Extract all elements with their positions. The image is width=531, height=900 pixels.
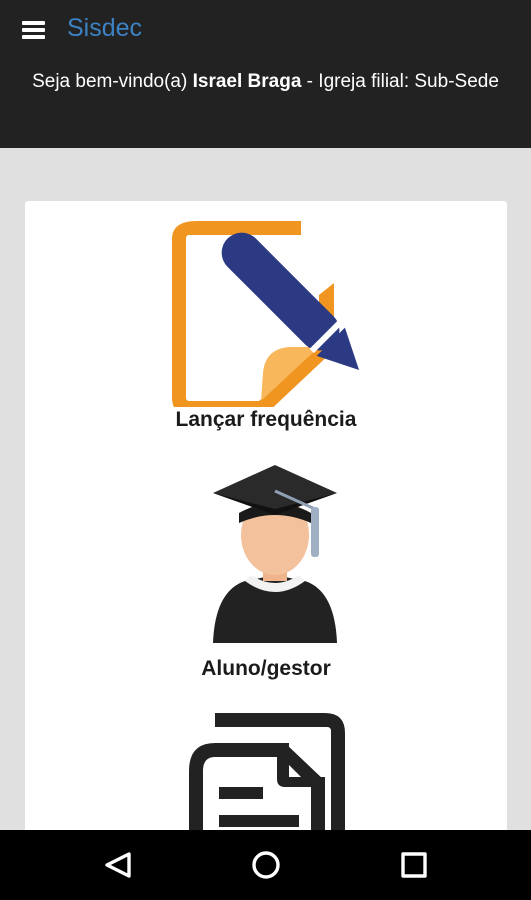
- welcome-prefix: Seja bem-vindo(a): [32, 71, 193, 92]
- menu-item-documentos[interactable]: [25, 711, 507, 841]
- home-circle-icon: [252, 851, 280, 879]
- edit-document-icon: [172, 221, 360, 407]
- hamburger-menu-icon: [22, 21, 45, 25]
- user-name: Israel Braga: [192, 71, 302, 92]
- menu-item-lancar-frequencia[interactable]: Lançar frequência: [25, 215, 507, 435]
- menu-item-aluno-gestor[interactable]: Aluno/gestor: [25, 463, 507, 687]
- hamburger-menu-icon-bar: [22, 28, 45, 32]
- back-button[interactable]: [93, 840, 143, 890]
- hamburger-menu-button[interactable]: [18, 16, 50, 44]
- app-header: Sisdec Seja bem-vindo(a) Israel Braga - …: [0, 0, 531, 148]
- home-button[interactable]: [241, 840, 291, 890]
- welcome-suffix: - Igreja filial: Sub-Sede: [301, 71, 499, 92]
- back-triangle-icon: [105, 852, 131, 878]
- app-title: Sisdec: [67, 14, 143, 42]
- welcome-message: Seja bem-vindo(a) Israel Braga - Igreja …: [30, 63, 501, 101]
- menu-item-label: Lançar frequência: [175, 408, 357, 431]
- menu-card: Lançar frequência Aluno/gestor: [25, 201, 507, 841]
- documents-copy-icon: [189, 713, 345, 841]
- menu-item-label: Aluno/gestor: [201, 657, 331, 680]
- student-graduate-icon: [213, 465, 337, 643]
- recents-button[interactable]: [389, 840, 439, 890]
- system-navigation-bar: [0, 830, 531, 900]
- recents-square-icon: [401, 852, 427, 878]
- hamburger-menu-icon-bar: [22, 35, 45, 39]
